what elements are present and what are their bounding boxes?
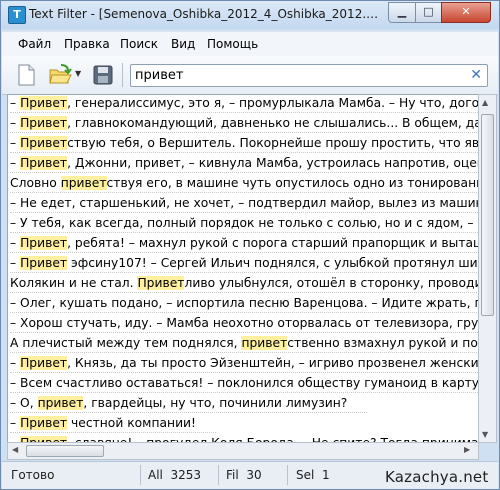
close-button[interactable]: ✕ [441, 2, 491, 23]
match-highlight: Привет [20, 96, 68, 110]
line-text: ственно взмахнул рукой и показал в улы [287, 336, 478, 350]
line-text: – [10, 136, 21, 150]
status-filtered-count: Fil 30 [226, 468, 262, 482]
minimize-button[interactable]: ▁ [388, 2, 416, 23]
line-text: , Князь, да ты просто Эйзенштейн, – игри… [67, 356, 479, 370]
open-folder-icon[interactable] [48, 64, 72, 86]
menu-view[interactable]: Вид [171, 37, 195, 51]
text-line[interactable]: – Хорош стучать, иду. – Мамба неохотно о… [10, 313, 479, 333]
line-text: , гвардейцы, ну что, починили лимузин? [83, 396, 348, 410]
app-icon[interactable]: T [8, 6, 26, 24]
line-text: – У тебя, как всегда, полный порядок не … [10, 216, 478, 230]
line-text: – Хорош стучать, иду. – Мамба неохотно о… [10, 316, 479, 330]
line-text: – О, [10, 396, 38, 410]
text-line[interactable]: – У тебя, как всегда, полный порядок не … [10, 213, 478, 233]
line-text: , Джонни, привет, – кивнула Мамба, устро… [67, 156, 478, 170]
match-highlight: привет [241, 336, 288, 350]
horizontal-scroll-thumb[interactable] [26, 445, 104, 457]
text-line[interactable]: – Привет, Джонни, привет, – кивнула Мамб… [10, 153, 478, 173]
new-document-icon[interactable] [15, 64, 37, 86]
vertical-scrollbar[interactable]: ▲ ▼ [478, 94, 497, 443]
line-text: – Всем счастливо оставаться! – поклонилс… [10, 376, 479, 390]
match-highlight: Привет [20, 256, 68, 270]
menu-edit[interactable]: Правка [64, 37, 110, 51]
clear-search-icon[interactable]: ✕ [470, 67, 482, 83]
line-text: – Не едет, старшенький, не хочет, – подт… [10, 196, 478, 210]
scroll-right-icon[interactable]: ▶ [464, 445, 470, 454]
line-text: ливо улыбнулся, отошёл в сторонку, прово… [184, 276, 478, 290]
line-text: эфсину107! – Сергей Ильич поднялся, с ул… [71, 256, 478, 270]
text-view[interactable]: – Привет, генералиссимус, это я, – прому… [7, 94, 479, 443]
text-line[interactable]: – Привет, главнокомандующий, давненько н… [10, 113, 478, 133]
match-highlight: Привет [20, 416, 68, 430]
status-all-count: All 3253 [148, 468, 202, 482]
text-line[interactable]: Колякин и не стал. Приветливо улыбнулся,… [10, 273, 478, 293]
text-line[interactable]: А плечистый между тем поднялся, приветст… [10, 333, 478, 353]
match-highlight: Привет [20, 356, 68, 370]
text-line[interactable]: – Привет, ребята! – махнул рукой с порог… [10, 233, 478, 253]
line-text: ствуя его, в машине чуть опустилось одно… [106, 176, 478, 190]
line-text: , генералиссимус, это я, – промурлыкала … [67, 96, 479, 110]
line-text: Колякин и не стал. [10, 276, 138, 290]
save-icon[interactable] [92, 64, 114, 86]
match-highlight: Привет [20, 156, 68, 170]
status-divider [287, 465, 288, 485]
status-divider [218, 465, 219, 485]
match-highlight: привет [37, 396, 84, 410]
status-divider [140, 465, 141, 485]
text-line[interactable]: – Привет эфсину107! – Сергей Ильич подня… [10, 253, 478, 273]
search-input[interactable] [135, 67, 460, 83]
text-line[interactable]: – Олег, кушать подано, – испортила песню… [10, 293, 478, 313]
menu-search[interactable]: Поиск [120, 37, 158, 51]
line-text: – Олег, кушать подано, – испортила песню… [10, 296, 478, 310]
menu-bar: Файл Правка Поиск Вид Помощь [2, 31, 498, 56]
dropdown-arrow-icon[interactable]: ▼ [75, 69, 83, 78]
text-line[interactable]: – Всем счастливо оставаться! – поклонилс… [10, 373, 479, 393]
line-text: – [10, 356, 21, 370]
toolbar-separator [122, 63, 123, 87]
toolbar: ▼ ✕ [2, 56, 498, 95]
text-line[interactable]: – Привет, генералиссимус, это я, – прому… [10, 95, 479, 113]
line-text: – [10, 156, 21, 170]
line-text: А плечистый между тем поднялся, [10, 336, 242, 350]
match-highlight: Привет [20, 236, 68, 250]
text-line[interactable]: – Не едет, старшенький, не хочет, – подт… [10, 193, 478, 213]
status-selected-count: Sel 1 [296, 468, 330, 482]
match-highlight: Привет [20, 116, 68, 130]
watermark-text: Kazachya.net [385, 468, 489, 486]
menu-help[interactable]: Помощь [207, 37, 258, 51]
line-text: – [10, 416, 21, 430]
line-text: – [10, 96, 21, 110]
menu-file[interactable]: Файл [18, 37, 51, 51]
maximize-button[interactable]: □ [415, 2, 442, 23]
vertical-scroll-thumb[interactable] [481, 114, 494, 316]
line-text: – [10, 236, 21, 250]
window-title: Text Filter - [Semenova_Oshibka_2012_4_O… [29, 7, 384, 21]
scroll-left-icon[interactable]: ◀ [12, 445, 18, 454]
search-box[interactable]: ✕ [130, 64, 488, 87]
match-highlight: Привет [137, 276, 185, 290]
text-line[interactable]: – Привет, Князь, да ты просто Эйзенштейн… [10, 353, 479, 373]
scroll-down-icon[interactable]: ▼ [482, 430, 488, 439]
line-text: – [10, 116, 21, 130]
status-bar: Готово All 3253 Fil 30 Sel 1 Kazachya.ne… [2, 461, 498, 489]
text-line[interactable]: Словно приветствуя его, в машине чуть оп… [10, 173, 478, 193]
scroll-up-icon[interactable]: ▲ [482, 98, 488, 107]
status-state: Готово [11, 468, 55, 482]
text-line[interactable]: – О, привет, гвардейцы, ну что, починили… [10, 393, 368, 413]
match-highlight: привет [60, 176, 107, 190]
app-window: T Text Filter - [Semenova_Oshibka_2012_4… [0, 0, 500, 490]
line-text: честной компании! [67, 416, 196, 430]
line-text: , главнокомандующий, давненько не слышал… [67, 116, 478, 130]
text-line[interactable]: – Привет честной компании! [10, 413, 216, 433]
match-highlight: Привет [20, 136, 68, 150]
line-text: ствую тебя, о Вершитель. Покорнейше прош… [67, 136, 479, 150]
text-line[interactable]: – Приветствую тебя, о Вершитель. Покорне… [10, 133, 479, 153]
line-text: , ребята! – махнул рукой с порога старши… [67, 236, 478, 250]
horizontal-scrollbar[interactable]: ◀ ▶ [7, 442, 479, 460]
line-text: Словно [10, 176, 61, 190]
title-bar[interactable]: T Text Filter - [Semenova_Oshibka_2012_4… [1, 1, 499, 29]
line-text: – [10, 256, 21, 270]
